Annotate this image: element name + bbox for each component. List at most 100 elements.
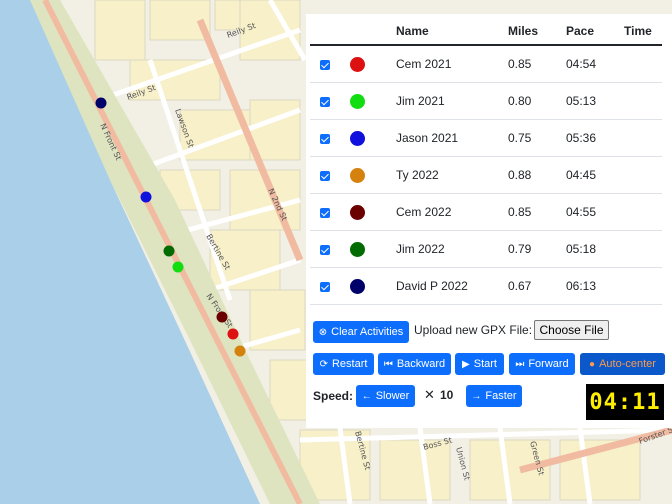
color-dot bbox=[350, 93, 365, 109]
table-row: Cem 2021 0.85 04:54 bbox=[310, 45, 662, 83]
runner-marker bbox=[140, 191, 152, 203]
activity-pace: 04:55 bbox=[566, 193, 624, 231]
activity-pace: 04:45 bbox=[566, 156, 624, 194]
runner-marker bbox=[227, 328, 239, 340]
checkbox[interactable] bbox=[320, 244, 330, 255]
checkbox[interactable] bbox=[320, 96, 330, 107]
clear-icon: ⊗ bbox=[318, 326, 328, 338]
clear-activities-button[interactable]: ⊗ Clear Activities bbox=[313, 321, 409, 343]
backward-button[interactable]: ⏮ Backward bbox=[378, 353, 451, 375]
activity-miles: 0.67 bbox=[508, 267, 566, 305]
color-cell bbox=[350, 156, 396, 194]
runner-marker bbox=[95, 97, 107, 109]
color-cell bbox=[350, 119, 396, 157]
checkbox[interactable] bbox=[320, 207, 330, 218]
color-dot bbox=[350, 56, 365, 72]
table-row: Jim 2022 0.79 05:18 bbox=[310, 230, 662, 268]
checkbox[interactable] bbox=[320, 281, 330, 292]
color-dot bbox=[350, 241, 365, 257]
activity-name: Cem 2021 bbox=[396, 45, 508, 83]
table-row: Jason 2021 0.75 05:36 bbox=[310, 119, 662, 157]
color-dot bbox=[350, 130, 365, 146]
arrow-right-icon: → bbox=[471, 390, 482, 402]
activity-miles: 0.85 bbox=[508, 45, 566, 83]
activity-time bbox=[624, 82, 662, 120]
table-row: Ty 2022 0.88 04:45 bbox=[310, 156, 662, 194]
miles-header: Miles bbox=[508, 18, 566, 46]
autocenter-toggle[interactable]: ● Auto-center bbox=[580, 353, 665, 375]
color-cell bbox=[350, 230, 396, 268]
checkbox-header bbox=[310, 18, 350, 46]
backward-icon: ⏮ bbox=[383, 358, 393, 370]
clear-activities-label: Clear Activities bbox=[331, 326, 404, 338]
row-checkbox-cell[interactable] bbox=[310, 267, 350, 305]
start-label: Start bbox=[473, 358, 497, 370]
activity-time bbox=[624, 156, 662, 194]
activity-miles: 0.85 bbox=[508, 193, 566, 231]
forward-label: Forward bbox=[528, 358, 569, 370]
speed-label: Speed: bbox=[313, 389, 354, 403]
activity-time bbox=[624, 193, 662, 231]
color-header bbox=[350, 18, 396, 46]
activity-pace: 05:36 bbox=[566, 119, 624, 157]
runner-marker bbox=[216, 311, 228, 323]
activity-time bbox=[624, 119, 662, 157]
slower-button[interactable]: ← Slower bbox=[356, 385, 415, 407]
activity-name: Ty 2022 bbox=[396, 156, 508, 194]
row-checkbox-cell[interactable] bbox=[310, 193, 350, 231]
backward-label: Backward bbox=[396, 358, 446, 370]
elapsed-clock: 04:11 bbox=[586, 384, 664, 420]
restart-icon: ⟳ bbox=[319, 358, 328, 370]
table-row: Jim 2021 0.80 05:13 bbox=[310, 82, 662, 120]
color-dot bbox=[350, 167, 365, 183]
activity-miles: 0.75 bbox=[508, 119, 566, 157]
forward-button[interactable]: ⏭ Forward bbox=[509, 353, 575, 375]
color-dot bbox=[350, 278, 365, 294]
checkbox[interactable] bbox=[320, 59, 330, 70]
name-header: Name bbox=[396, 18, 508, 46]
row-checkbox-cell[interactable] bbox=[310, 82, 350, 120]
runner-marker bbox=[234, 345, 246, 357]
row-checkbox-cell[interactable] bbox=[310, 230, 350, 268]
row-checkbox-cell[interactable] bbox=[310, 156, 350, 194]
table-row: David P 2022 0.67 06:13 bbox=[310, 267, 662, 305]
faster-label: Faster bbox=[485, 390, 517, 402]
arrow-left-icon: ← bbox=[361, 390, 372, 402]
activity-pace: 05:13 bbox=[566, 82, 624, 120]
activity-pace: 05:18 bbox=[566, 230, 624, 268]
color-dot bbox=[350, 204, 365, 220]
runner-marker bbox=[163, 245, 175, 257]
color-cell bbox=[350, 193, 396, 231]
activity-miles: 0.79 bbox=[508, 230, 566, 268]
pace-header: Pace bbox=[566, 18, 624, 46]
restart-label: Restart bbox=[331, 358, 368, 370]
checkbox[interactable] bbox=[320, 170, 330, 181]
activity-time bbox=[624, 230, 662, 268]
color-cell bbox=[350, 82, 396, 120]
autocenter-label: Auto-center bbox=[599, 358, 656, 370]
upload-label: Upload new GPX File: bbox=[414, 323, 533, 337]
forward-icon: ⏭ bbox=[515, 358, 525, 370]
slower-label: Slower bbox=[375, 390, 410, 402]
start-button[interactable]: ▶ Start bbox=[455, 353, 504, 375]
faster-button[interactable]: → Faster bbox=[466, 385, 522, 407]
activity-time bbox=[624, 45, 662, 83]
table-row: Cem 2022 0.85 04:55 bbox=[310, 193, 662, 231]
target-icon: ● bbox=[589, 358, 596, 370]
runner-marker bbox=[172, 261, 184, 273]
activity-name: David P 2022 bbox=[396, 267, 508, 305]
activity-name: Jim 2022 bbox=[396, 230, 508, 268]
checkbox[interactable] bbox=[320, 133, 330, 144]
choose-file-button[interactable]: Choose File bbox=[534, 320, 609, 340]
activity-name: Jason 2021 bbox=[396, 119, 508, 157]
activity-miles: 0.88 bbox=[508, 156, 566, 194]
activity-miles: 0.80 bbox=[508, 82, 566, 120]
activity-name: Jim 2021 bbox=[396, 82, 508, 120]
activity-time bbox=[624, 267, 662, 305]
restart-button[interactable]: ⟳ Restart bbox=[313, 353, 374, 375]
row-checkbox-cell[interactable] bbox=[310, 119, 350, 157]
color-cell bbox=[350, 45, 396, 83]
activity-name: Cem 2022 bbox=[396, 193, 508, 231]
times-icon: ✕ bbox=[424, 387, 435, 402]
row-checkbox-cell[interactable] bbox=[310, 45, 350, 83]
